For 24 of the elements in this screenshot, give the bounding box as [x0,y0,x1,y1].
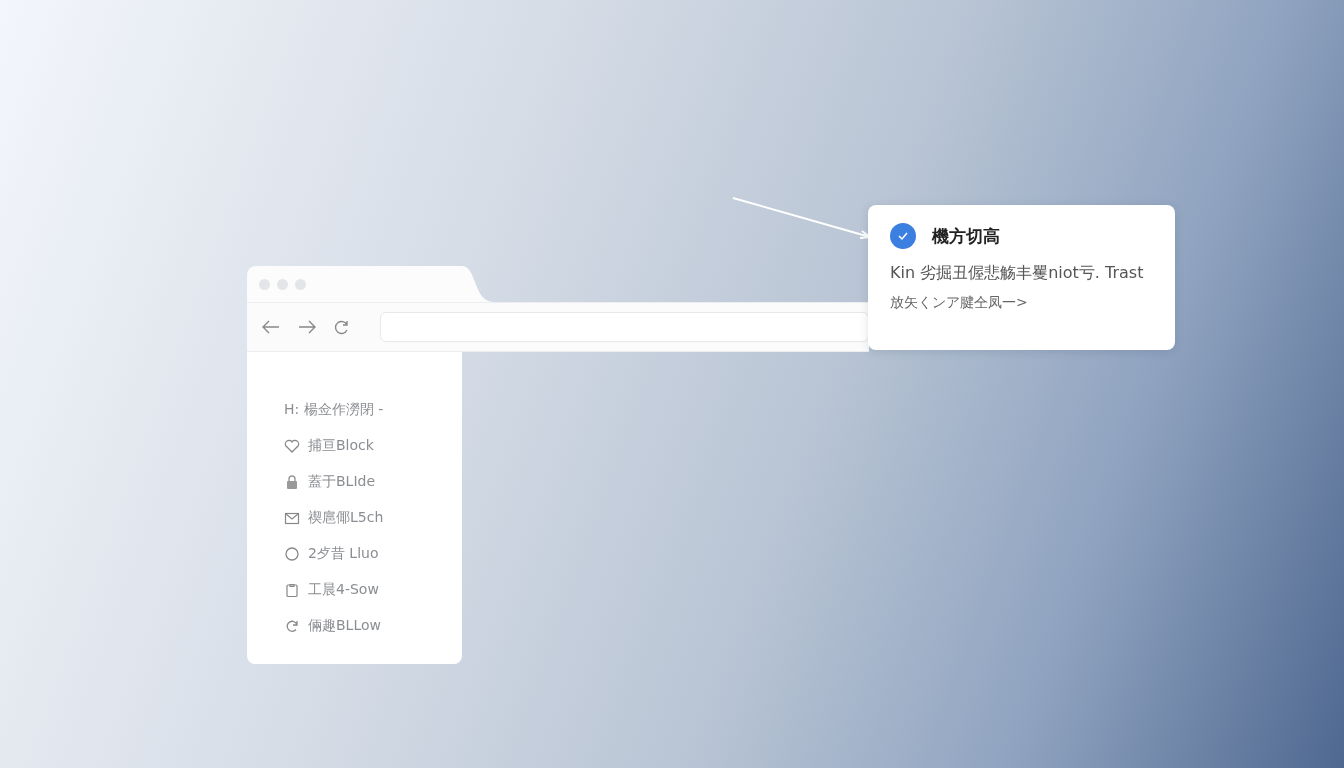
window-dot[interactable] [277,278,288,290]
reload-icon[interactable] [334,319,350,335]
popup-link[interactable]: 放矢くンア腱仝凤一> [890,294,1028,312]
refresh-icon [284,618,300,634]
sidebar-item[interactable]: 蓋于BLIde [308,473,376,491]
sidebar-item[interactable]: 倆趣BLLow [308,617,381,635]
popup-title: 機方切高 [932,224,1000,248]
envelope-icon [284,510,300,526]
circle-icon [284,546,300,562]
check-icon [890,223,916,249]
back-icon[interactable] [262,320,280,334]
address-field[interactable] [380,312,869,342]
lock-icon [284,474,300,490]
forward-icon[interactable] [298,320,316,334]
popup-message: Kin 劣掘丑偓悲觞丰矍niot亏. Trast [890,263,1145,284]
window-dot[interactable] [259,278,270,290]
heart-icon [284,438,300,454]
clipboard-icon [284,582,300,598]
sidebar-item[interactable]: 工晨4-Sow [308,581,379,599]
window-dot[interactable] [295,278,306,290]
sidebar-item[interactable]: 禊扈倻L5ch [308,509,384,527]
sidebar-item[interactable]: 2歺昔 Lluo [308,545,379,563]
sidebar-item[interactable]: H: 楊佥作澇閉 - [284,401,384,419]
sidebar-item[interactable]: 捕亘Block [308,437,374,455]
